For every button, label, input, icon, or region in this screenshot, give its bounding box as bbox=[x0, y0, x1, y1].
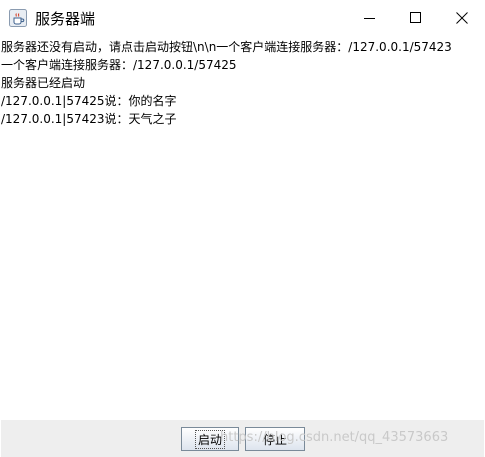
close-icon bbox=[456, 12, 468, 24]
maximize-button[interactable] bbox=[393, 0, 439, 36]
log-line: 服务器已经启动 bbox=[1, 76, 86, 90]
window-title: 服务器端 bbox=[35, 10, 96, 28]
log-line: /127.0.0.1|57425说：你的名字 bbox=[1, 94, 177, 108]
log-line: /127.0.0.1|57423说：天气之子 bbox=[1, 112, 177, 126]
stop-button[interactable]: 停止 bbox=[245, 427, 305, 451]
java-cup-icon bbox=[9, 9, 27, 27]
log-text-area[interactable]: 服务器还没有启动，请点击启动按钮\n\n一个客户端连接服务器：/127.0.0.… bbox=[0, 36, 485, 420]
maximize-icon bbox=[410, 12, 421, 23]
minimize-icon bbox=[364, 18, 375, 19]
server-window: 服务器端 服务器还没有启动，请点击启动按钮\n\n一个客户端连接服务器：/127… bbox=[0, 0, 485, 457]
title-bar[interactable]: 服务器端 bbox=[0, 0, 485, 36]
stop-button-label: 停止 bbox=[262, 432, 287, 447]
start-button[interactable]: 启动 bbox=[181, 427, 239, 451]
button-panel: 启动 停止 bbox=[1, 420, 484, 457]
start-button-label: 启动 bbox=[194, 429, 226, 449]
close-button[interactable] bbox=[439, 0, 485, 36]
minimize-button[interactable] bbox=[347, 0, 393, 36]
log-line: 服务器还没有启动，请点击启动按钮\n\n一个客户端连接服务器：/127.0.0.… bbox=[1, 40, 452, 54]
log-line: 一个客户端连接服务器：/127.0.0.1/57425 bbox=[1, 58, 237, 72]
